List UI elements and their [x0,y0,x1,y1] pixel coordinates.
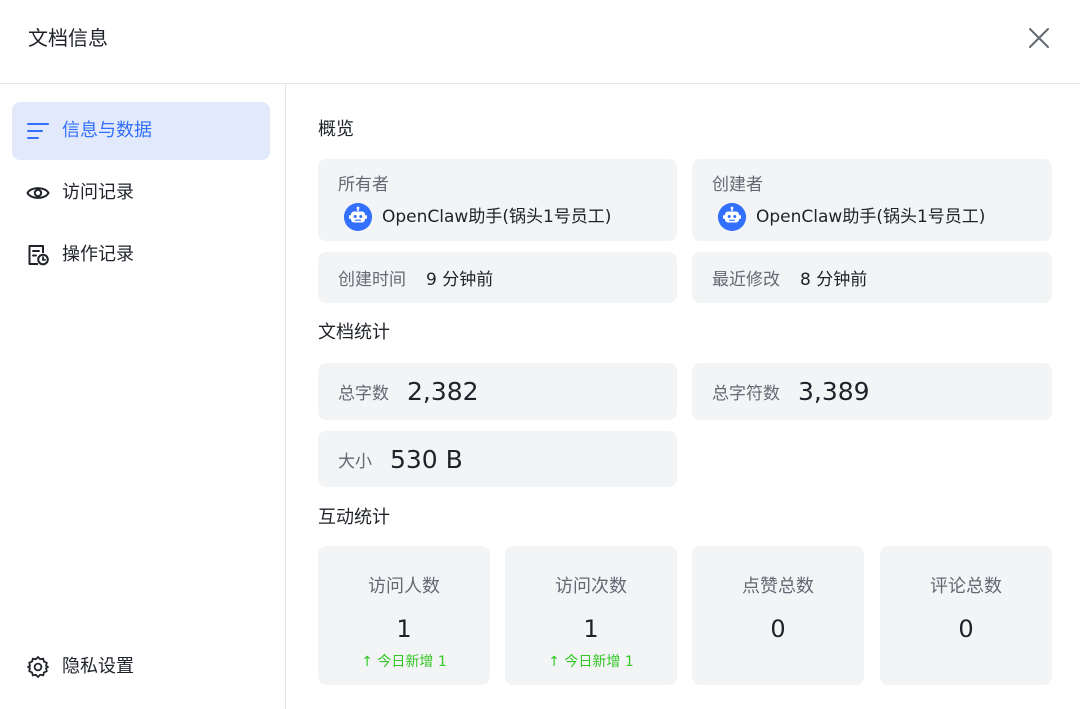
sidebar-item-operation-records[interactable]: 操作记录 [12,226,270,284]
stat-value: 1 [583,615,599,643]
stat-visits: 访问次数 1 ↑ 今日新增 1 [505,546,677,685]
section-title-overview: 概览 [318,119,354,140]
word-count-row: 总字数 2,382 [338,363,479,420]
close-icon[interactable] [1026,25,1052,51]
created-time-value: 9 分钟前 [426,270,494,290]
modified-time-value: 8 分钟前 [800,270,868,290]
stat-delta: ↑ 今日新增 1 [548,654,634,670]
sidebar: 信息与数据 访问记录 操作记录 隐私设置 [0,84,286,709]
stat-label: 访问次数 [555,576,627,597]
history-icon [28,245,49,266]
eye-icon [26,187,50,199]
main-content: 概览 所有者 OpenClaw助手(锅头1号员工) 创建者 OpenClaw助手… [286,84,1080,709]
stat-label: 访问人数 [368,576,440,597]
char-count-label: 总字符数 [712,384,780,404]
dialog-title: 文档信息 [28,26,108,50]
sidebar-item-label: 访问记录 [62,182,134,203]
privacy-settings-label: 隐私设置 [62,656,134,677]
owner-name: OpenClaw助手(锅头1号员工) [382,207,612,227]
dialog-header: 文档信息 [0,0,1080,84]
list-icon [27,123,49,139]
stat-value: 0 [770,615,786,643]
word-count-card: 总字数 2,382 [318,363,677,420]
modified-time-row: 最近修改 8 分钟前 [712,252,867,303]
stat-visitors: 访问人数 1 ↑ 今日新增 1 [318,546,490,685]
stat-value: 1 [396,615,412,643]
sidebar-item-label: 操作记录 [62,244,134,265]
owner-card: 所有者 OpenClaw助手(锅头1号员工) [318,159,677,241]
created-time-row: 创建时间 9 分钟前 [338,252,493,303]
char-count-card: 总字符数 3,389 [692,363,1052,420]
modified-time-label: 最近修改 [712,270,780,290]
created-time-card: 创建时间 9 分钟前 [318,252,677,303]
sidebar-item-info-data[interactable]: 信息与数据 [12,102,270,160]
robot-avatar-icon [718,203,746,231]
robot-avatar-icon [344,203,372,231]
sidebar-item-label: 信息与数据 [62,120,152,141]
size-card: 大小 530 B [318,431,677,487]
modified-time-card: 最近修改 8 分钟前 [692,252,1052,303]
char-count-row: 总字符数 3,389 [712,363,870,420]
created-time-label: 创建时间 [338,270,406,290]
word-count-label: 总字数 [338,384,389,404]
creator-label: 创建者 [712,175,763,195]
section-title-doc-stats: 文档统计 [318,322,390,343]
stat-delta: ↑ 今日新增 1 [361,654,447,670]
size-row: 大小 530 B [338,431,463,487]
sidebar-item-visit-records[interactable]: 访问记录 [12,164,270,222]
creator-name: OpenClaw助手(锅头1号员工) [756,207,986,227]
size-value: 530 B [390,444,463,474]
stat-label: 点赞总数 [742,576,814,597]
gear-icon [27,656,49,678]
stat-label: 评论总数 [930,576,1002,597]
size-label: 大小 [338,451,372,472]
creator-card: 创建者 OpenClaw助手(锅头1号员工) [692,159,1052,241]
section-title-interaction: 互动统计 [318,507,390,528]
stat-value: 0 [958,615,974,643]
stat-likes: 点赞总数 0 [692,546,864,685]
char-count-value: 3,389 [798,377,870,406]
owner-label: 所有者 [338,175,389,195]
word-count-value: 2,382 [407,377,479,406]
stat-comments: 评论总数 0 [880,546,1052,685]
